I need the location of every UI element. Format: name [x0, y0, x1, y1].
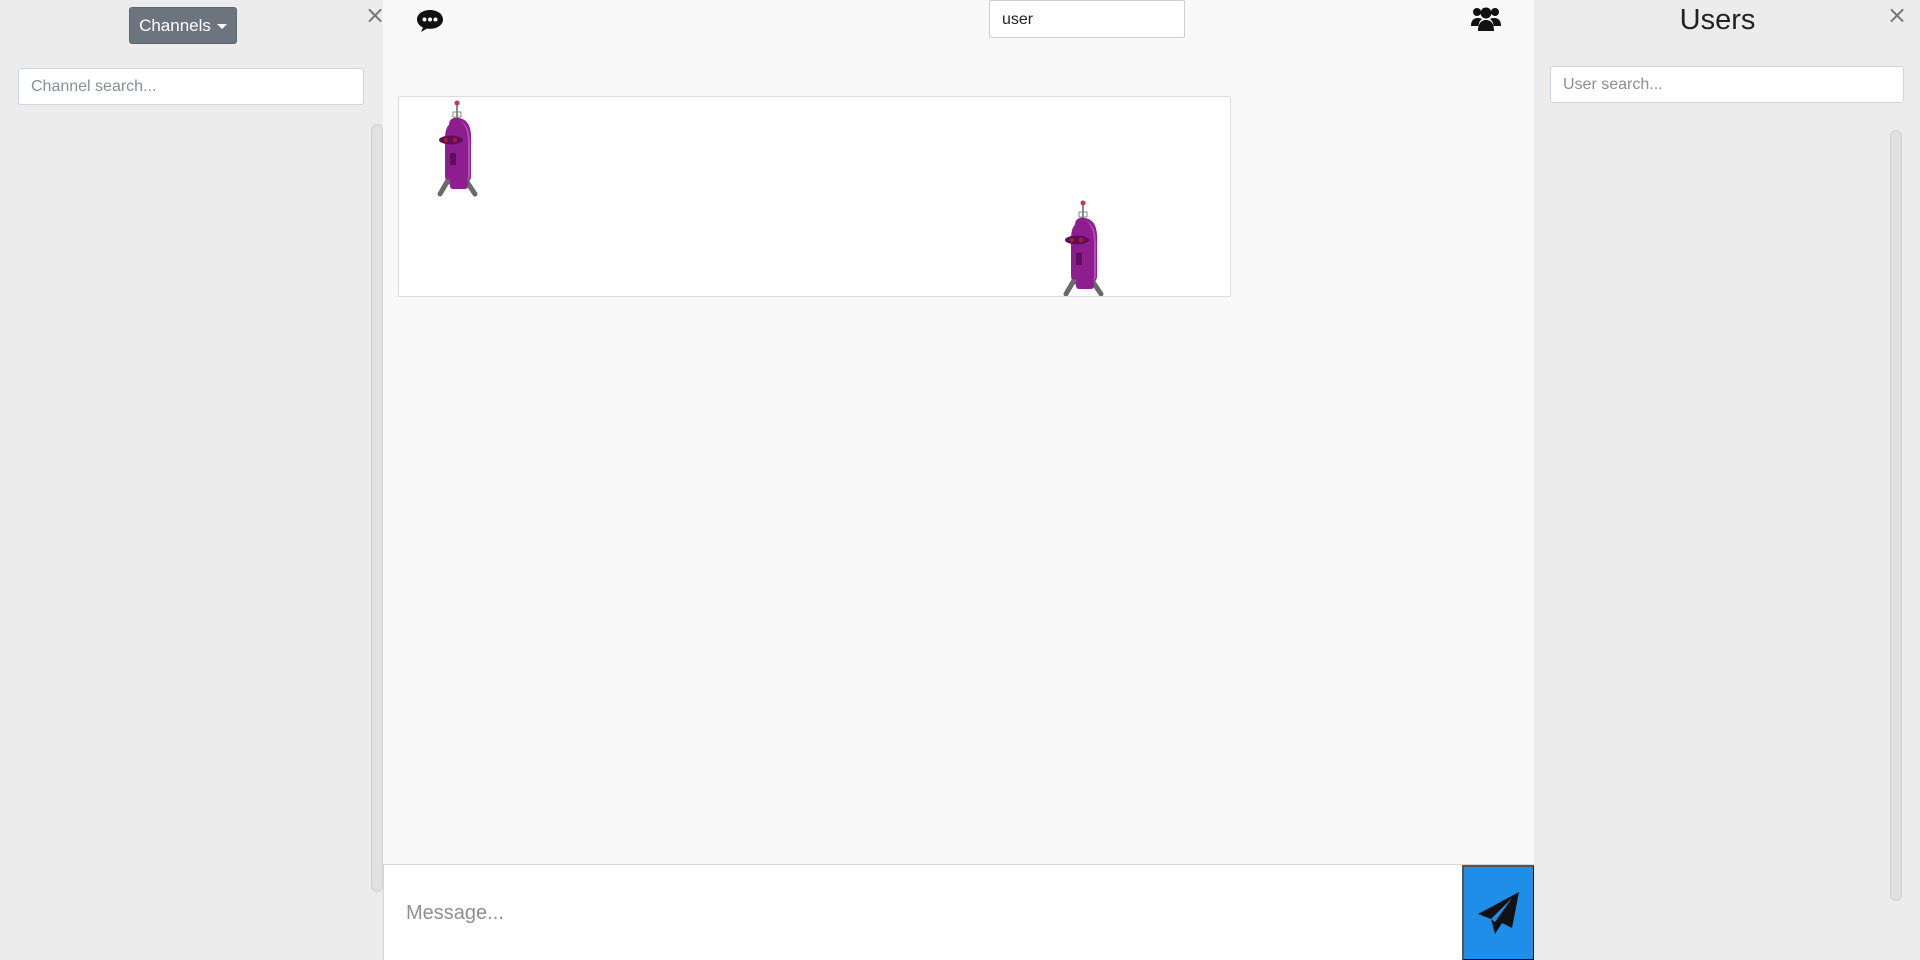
chat-bubble-icon[interactable] — [415, 8, 445, 34]
send-button[interactable] — [1462, 865, 1535, 960]
user-list-scrollbar[interactable] — [1890, 130, 1902, 901]
robot-avatar — [1063, 200, 1104, 296]
user-search-input[interactable] — [1550, 66, 1904, 103]
message-input[interactable] — [384, 865, 1462, 960]
message-card — [398, 96, 1231, 297]
users-title: Users — [1679, 4, 1756, 36]
username-field[interactable]: user — [989, 0, 1185, 38]
users-sidebar: Users × — [1534, 0, 1920, 960]
close-users-icon[interactable]: × — [1887, 3, 1907, 27]
chat-application: Channels × user — [0, 0, 1920, 960]
channel-search-input[interactable] — [18, 68, 364, 105]
channels-button-label: Channels — [139, 15, 211, 35]
message-composer — [383, 864, 1535, 960]
robot-avatar — [437, 100, 478, 197]
chat-main-area: user — [383, 0, 1535, 960]
channel-list-scrollbar[interactable] — [371, 124, 383, 892]
channels-dropdown-button[interactable]: Channels — [129, 7, 237, 44]
dropdown-caret-icon — [216, 23, 227, 29]
channels-sidebar: Channels × — [0, 0, 385, 960]
paper-plane-icon — [1477, 892, 1519, 934]
users-group-icon[interactable] — [1470, 4, 1502, 34]
